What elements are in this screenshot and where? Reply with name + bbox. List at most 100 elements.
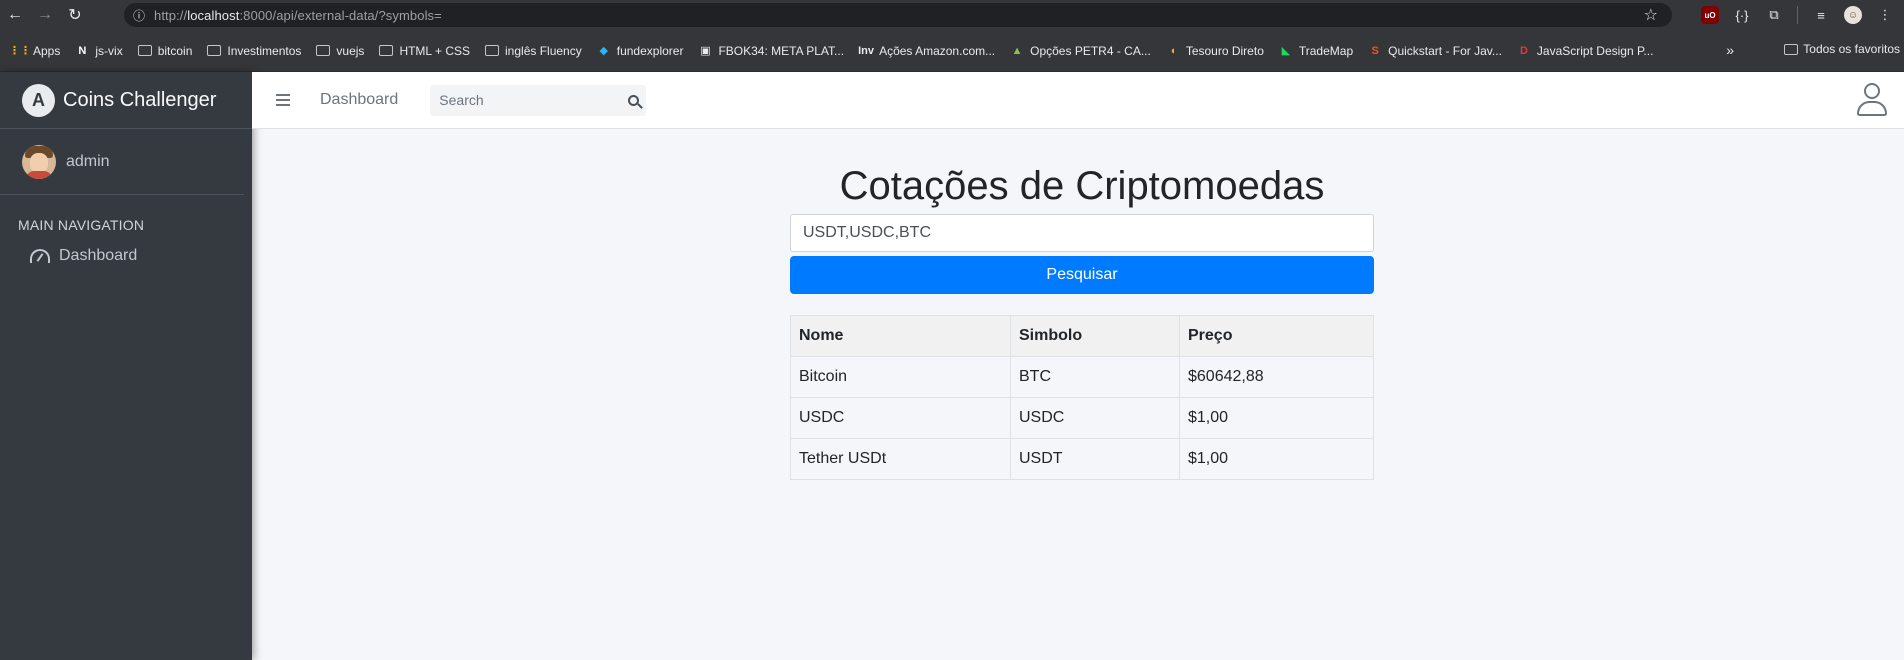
bookmark-label: TradeMap (1298, 43, 1354, 58)
bookmark-label: Investimentos (227, 43, 302, 58)
bookmark-item[interactable]: vuejs (315, 43, 364, 59)
reload-icon[interactable]: ↻ (60, 0, 90, 30)
search-submit-button[interactable]: Pesquisar (790, 256, 1374, 294)
main-content: Cotações de Criptomoedas Pesquisar Nome … (790, 158, 1374, 480)
bookmark-label: Ações Amazon.com... (879, 43, 996, 58)
cell-symbol: USDC (1010, 397, 1180, 439)
top-navbar: Dashboard (252, 72, 1904, 129)
bookmark-label: JavaScript Design P... (1536, 43, 1654, 58)
folder-icon (1784, 43, 1799, 55)
tesouro-icon: ◖ (1169, 44, 1177, 57)
cell-symbol: BTC (1010, 356, 1180, 398)
column-header-preco: Preço (1179, 315, 1374, 357)
cell-name: USDC (790, 397, 1011, 439)
bookmark-item[interactable]: ▲ Opções PETR4 - CA... (1009, 43, 1151, 59)
bookmark-item[interactable]: Investimentos (206, 43, 301, 59)
investing-icon: Inv (858, 44, 875, 57)
bookmark-label: js-vix (95, 43, 123, 58)
search-icon (627, 94, 639, 106)
bookmark-item[interactable]: inglês Fluency (484, 43, 582, 59)
all-bookmarks-label: Todos os favoritos (1803, 42, 1900, 56)
avatar (22, 144, 56, 179)
hamburger-menu-icon[interactable] (276, 94, 290, 106)
reading-list-icon[interactable]: ≡ (1812, 6, 1830, 24)
brand-link[interactable]: A Coins Challenger (0, 72, 252, 129)
chart-icon: ▲ (1011, 44, 1023, 57)
brand-logo-icon: A (22, 83, 55, 117)
user-profile-icon[interactable] (1856, 83, 1888, 117)
bookmark-label: Apps (33, 43, 61, 58)
table-row: Bitcoin BTC $60642,88 (790, 356, 1374, 398)
url-text: http://localhost:8000/api/external-data/… (154, 7, 442, 23)
bookmark-item[interactable]: HTML + CSS (378, 43, 470, 59)
trademap-icon: ◣ (1281, 45, 1291, 57)
tachometer-icon (30, 249, 50, 263)
table-row: Tether USDt USDT $1,00 (790, 438, 1374, 480)
symbols-input[interactable] (790, 214, 1374, 252)
bookmark-item[interactable]: D JavaScript Design P... (1516, 43, 1654, 59)
puzzle-icon[interactable]: ⧉ (1765, 6, 1783, 24)
folder-icon (315, 43, 331, 59)
extensions-area: uO {·} ⧉ ≡ ☺ ⋮ (1701, 0, 1904, 30)
cell-symbol: USDT (1010, 438, 1180, 480)
folder-icon (206, 43, 222, 59)
bookmark-item[interactable]: bitcoin (137, 43, 193, 59)
browser-toolbar: ← → ↻ ⓘ http://localhost:8000/api/extern… (0, 0, 1904, 30)
bookmark-label: HTML + CSS (399, 43, 471, 58)
cell-price: $60642,88 (1179, 356, 1374, 398)
bookmark-item[interactable]: ⋮⋮ Apps (9, 43, 61, 59)
bookmark-item[interactable]: ▣ FBOK34: META PLAT... (697, 43, 844, 59)
address-bar[interactable]: ⓘ http://localhost:8000/api/external-dat… (124, 3, 1672, 27)
folder-icon (484, 43, 500, 59)
back-icon[interactable]: ← (0, 0, 30, 30)
quotes-table: Nome Simbolo Preço Bitcoin BTC $60642,88… (790, 315, 1374, 480)
page-title: Cotações de Criptomoedas (839, 164, 1325, 208)
folder-icon (378, 43, 394, 59)
apps-grid-icon: ⋮⋮ (9, 45, 31, 57)
column-header-nome: Nome (790, 315, 1011, 357)
sidebar: A Coins Challenger admin MAIN NAVIGATION… (0, 72, 252, 660)
profile-avatar-icon[interactable]: ☺ (1844, 6, 1862, 24)
bookmark-item[interactable]: ◆ fundexplorer (596, 43, 684, 59)
all-bookmarks-folder[interactable]: Todos os favoritos (1784, 42, 1900, 56)
cell-name: Bitcoin (790, 356, 1011, 398)
user-name[interactable]: admin (66, 153, 110, 171)
bookmark-item[interactable]: S Quickstart - For Jav... (1367, 43, 1502, 59)
quickstart-icon: S (1371, 44, 1379, 57)
cell-price: $1,00 (1179, 397, 1374, 439)
bookmark-label: Opções PETR4 - CA... (1030, 43, 1151, 58)
menu-kebab-icon[interactable]: ⋮ (1876, 6, 1894, 24)
table-row: USDC USDC $1,00 (790, 397, 1374, 439)
table-header-row: Nome Simbolo Preço (790, 315, 1374, 357)
bookmark-label: inglês Fluency (505, 43, 582, 58)
bookmark-label: fundexplorer (616, 43, 684, 58)
bookmark-item[interactable]: ◣ TradeMap (1278, 43, 1353, 59)
bookmark-item[interactable]: Njs-vix (74, 43, 122, 59)
nav-link-dashboard[interactable]: Dashboard (320, 91, 398, 109)
search-button[interactable] (620, 94, 646, 106)
cell-name: Tether USDt (790, 438, 1011, 480)
bookmark-label: Quickstart - For Jav... (1388, 43, 1502, 58)
navbar-search (430, 84, 647, 116)
notion-icon: N (78, 44, 87, 57)
site-info-icon[interactable]: ⓘ (124, 7, 154, 24)
bookmarks-bar: ⋮⋮ Apps Njs-vix bitcoin Investimentos vuejs HT… (0, 30, 1904, 72)
user-panel[interactable]: admin (0, 129, 244, 195)
nav-header: MAIN NAVIGATION (18, 217, 145, 233)
site-icon: ▣ (700, 45, 711, 57)
search-input[interactable] (430, 92, 621, 108)
bookmark-item[interactable]: ◖ Tesouro Direto (1165, 43, 1264, 59)
forward-icon[interactable]: → (30, 0, 60, 30)
folder-icon (137, 43, 153, 59)
bookmark-star-icon[interactable]: ☆ (1644, 5, 1658, 25)
bookmark-item[interactable]: Inv Ações Amazon.com... (858, 43, 995, 59)
sidebar-item-dashboard[interactable]: Dashboard (0, 247, 252, 265)
bookmarks-overflow-chevron-icon[interactable]: » (1726, 42, 1734, 58)
brand-text: Coins Challenger (63, 88, 217, 111)
fundexplorer-icon: ◆ (599, 45, 608, 57)
column-header-simbolo: Simbolo (1010, 315, 1180, 357)
bookmark-label: bitcoin (157, 43, 193, 58)
design-patterns-icon: D (1519, 44, 1528, 57)
extension-icon[interactable]: {·} (1733, 6, 1751, 24)
ublock-icon[interactable]: uO (1701, 6, 1719, 24)
